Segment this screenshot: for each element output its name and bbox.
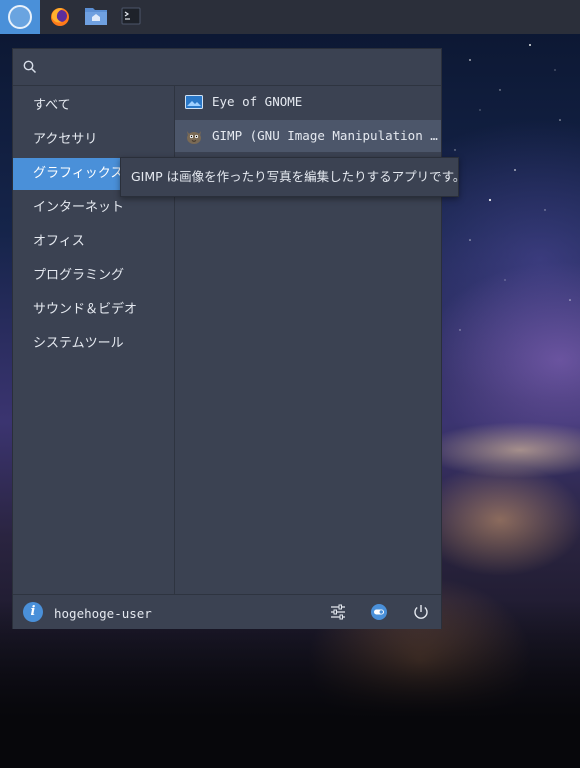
app-item-label: GIMP (GNU Image Manipulation … [212,128,438,143]
image-viewer-icon [185,95,203,109]
terminal-launcher[interactable] [112,0,152,34]
app-item-eye-of-gnome[interactable]: Eye of GNOME [175,86,441,118]
files-launcher[interactable] [76,0,116,34]
firefox-icon [51,8,69,26]
category-programming[interactable]: プログラミング [13,260,174,292]
terminal-icon [121,7,141,25]
settings-sliders-icon[interactable] [328,602,348,622]
taskbar [0,0,580,34]
power-icon[interactable] [411,602,431,622]
lock-toggle-icon[interactable] [369,602,389,622]
category-system-tools[interactable]: システムツール [13,328,174,360]
firefox-launcher[interactable] [40,0,80,34]
app-item-label: Eye of GNOME [212,94,303,109]
category-office[interactable]: オフィス [13,226,174,258]
user-info-icon[interactable]: i [23,602,43,622]
folder-home-icon [85,8,107,25]
search-input[interactable] [45,55,433,81]
search-icon [23,60,37,74]
app-tooltip: GIMP は画像を作ったり写真を編集したりするアプリです。 [120,157,465,197]
category-accessories[interactable]: アクセサリ [13,124,174,156]
search-bar [13,49,441,86]
menu-logo-icon [8,5,32,29]
application-menu: すべて アクセサリ グラフィックス インターネット オフィス プログラミング サ… [12,48,442,629]
app-menu-button[interactable] [0,0,40,34]
username: hogehoge-user [54,606,152,621]
app-item-gimp[interactable]: GIMP (GNU Image Manipulation … [175,120,441,152]
gimp-icon [187,131,201,144]
category-all[interactable]: すべて [13,90,174,122]
category-sound-video[interactable]: サウンド＆ビデオ [13,294,174,326]
menu-footer: i hogehoge-user [13,594,441,629]
